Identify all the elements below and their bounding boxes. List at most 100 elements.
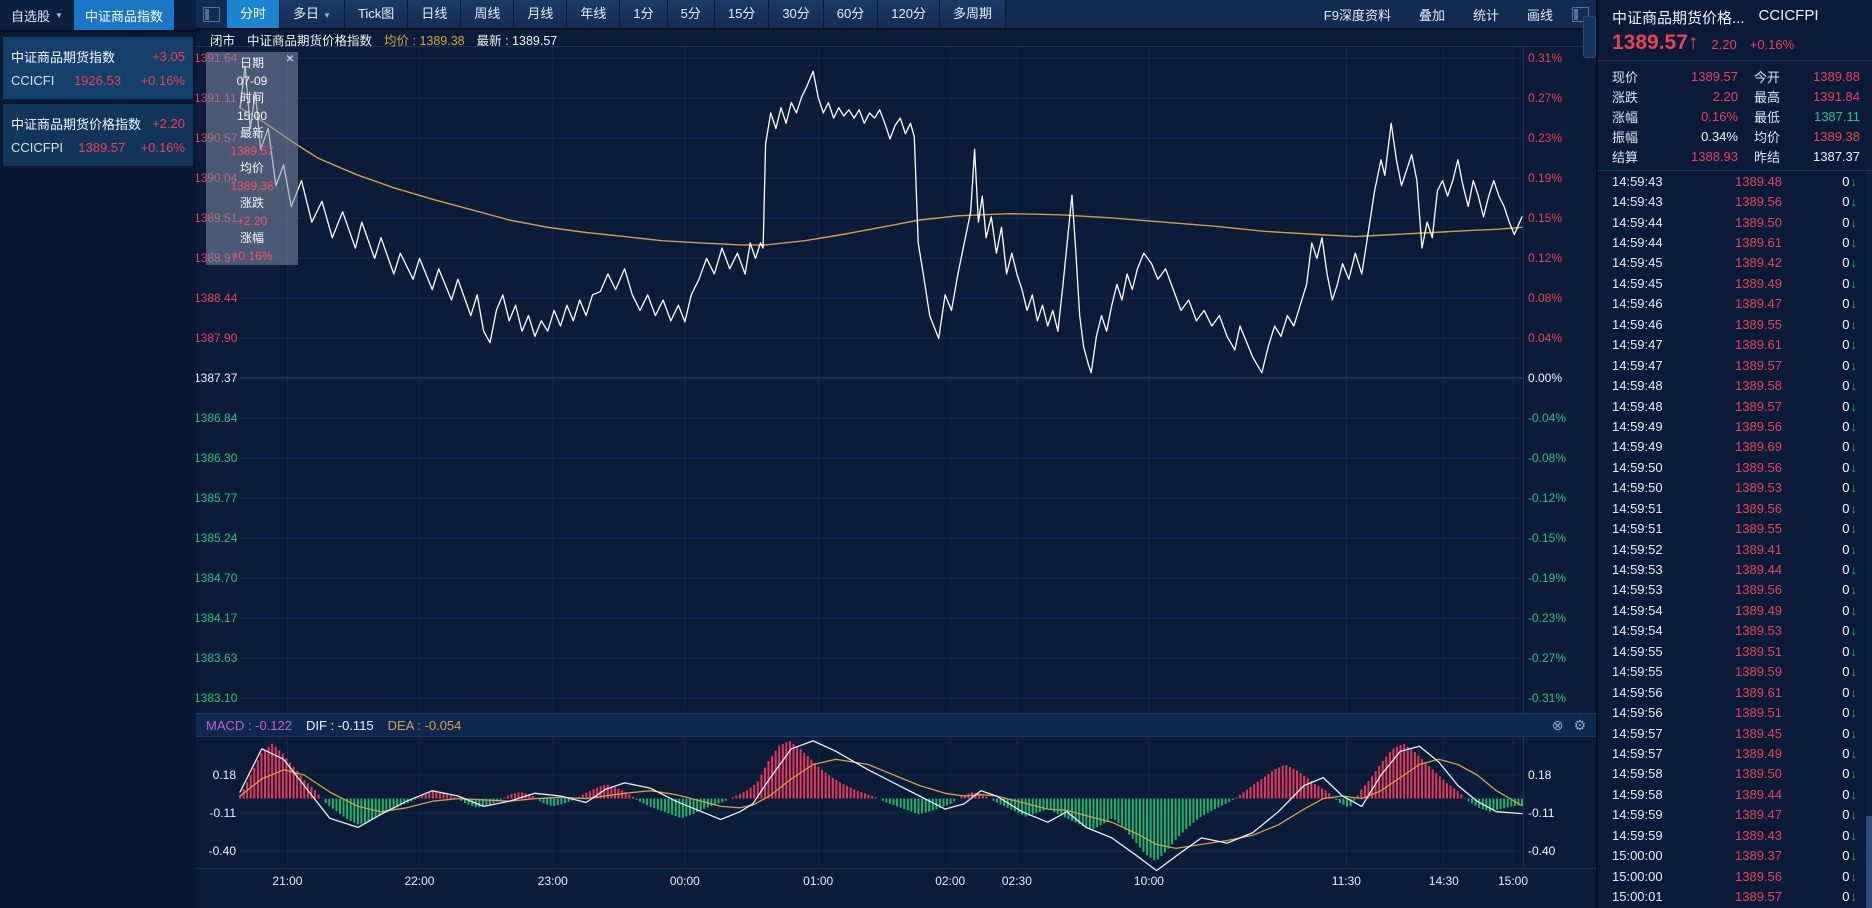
trade-volume: 0 bbox=[1842, 459, 1850, 475]
trade-row[interactable]: 14:59:50 1389.56 0 ↓ bbox=[1598, 457, 1865, 477]
toolbar-button-分时[interactable]: 分时 bbox=[227, 0, 281, 28]
trade-row[interactable]: 14:59:58 1389.50 0 ↓ bbox=[1598, 764, 1865, 784]
trade-time: 14:59:57 bbox=[1612, 725, 1663, 741]
trade-row[interactable]: 14:59:58 1389.44 0 ↓ bbox=[1598, 784, 1865, 804]
sidebar-tab-中证商品指数[interactable]: 中证商品指数 bbox=[73, 0, 174, 30]
toolbar-button-周线[interactable]: 周线 bbox=[461, 0, 515, 28]
trade-price: 1389.58 bbox=[1735, 378, 1782, 394]
scrollbar-thumb[interactable] bbox=[1866, 816, 1872, 908]
tooltip-value: +2.20 bbox=[236, 213, 268, 228]
stat-label: 涨幅 bbox=[1612, 109, 1639, 125]
trade-row[interactable]: 14:59:44 1389.61 0 ↓ bbox=[1598, 232, 1865, 252]
sidebar-tab-自选股[interactable]: 自选股 ▼ bbox=[0, 0, 74, 30]
down-arrow-icon: ↓ bbox=[1850, 725, 1858, 741]
watchlist-item-CCICFI[interactable]: 中证商品期货指数 +3.05 CCICFI 1926.53 +0.16% bbox=[3, 37, 193, 99]
down-arrow-icon: ↓ bbox=[1850, 889, 1858, 905]
trade-row[interactable]: 14:59:43 1389.48 0 ↓ bbox=[1598, 171, 1865, 191]
trade-row[interactable]: 14:59:51 1389.55 0 ↓ bbox=[1598, 518, 1865, 538]
toolbar-link-叠加[interactable]: 叠加 bbox=[1419, 5, 1445, 24]
toolbar-button-月线[interactable]: 月线 bbox=[514, 0, 568, 28]
toolbar-button-多日[interactable]: 多日 ▼ bbox=[280, 0, 345, 28]
trade-row[interactable]: 14:59:54 1389.53 0 ↓ bbox=[1598, 621, 1865, 641]
trade-time: 14:59:44 bbox=[1612, 235, 1663, 251]
instrument-name: 中证商品期货价格指数 bbox=[11, 116, 142, 132]
time-axis-label: 22:00 bbox=[404, 874, 435, 888]
down-arrow-icon: ↓ bbox=[1850, 480, 1858, 496]
trade-price: 1389.56 bbox=[1735, 459, 1782, 475]
toolbar-button-1分[interactable]: 1分 bbox=[620, 0, 668, 28]
pct-axis-label: -0.12% bbox=[1528, 491, 1567, 505]
trade-row[interactable]: 14:59:56 1389.61 0 ↓ bbox=[1598, 682, 1865, 702]
layout-panel-icon[interactable] bbox=[203, 6, 220, 22]
trade-price: 1389.61 bbox=[1735, 337, 1782, 353]
price-axis-label: 1386.84 bbox=[194, 411, 238, 425]
tick-trade-list: 14:59:43 1389.48 0 ↓ 14:59:43 1389.56 0 ↓ 14:59:… bbox=[1598, 171, 1865, 908]
gear-icon[interactable]: ⚙ bbox=[1573, 717, 1586, 734]
down-arrow-icon: ↓ bbox=[1850, 643, 1858, 659]
close-icon[interactable]: × bbox=[286, 51, 294, 65]
trade-row[interactable]: 14:59:59 1389.47 0 ↓ bbox=[1598, 805, 1865, 825]
app-root: 1391.641391.111390.571390.041389.511388.… bbox=[0, 0, 1872, 908]
toolbar-button-15分[interactable]: 15分 bbox=[714, 0, 770, 28]
trade-row[interactable]: 14:59:46 1389.55 0 ↓ bbox=[1598, 314, 1865, 334]
trade-time: 14:59:47 bbox=[1612, 337, 1663, 353]
trade-row[interactable]: 14:59:50 1389.53 0 ↓ bbox=[1598, 478, 1865, 498]
toolbar-button-日线[interactable]: 日线 bbox=[408, 0, 462, 28]
tooltip-value: 07-09 bbox=[236, 73, 268, 88]
trade-row[interactable]: 14:59:55 1389.51 0 ↓ bbox=[1598, 641, 1865, 661]
close-circle-icon[interactable]: ⊗ bbox=[1552, 717, 1564, 734]
trade-row[interactable]: 15:00:01 1389.57 0 ↓ bbox=[1598, 886, 1865, 906]
tooltip-value: 15:00 bbox=[236, 108, 268, 123]
trade-row[interactable]: 14:59:47 1389.61 0 ↓ bbox=[1598, 335, 1865, 355]
toolbar-link-统计[interactable]: 统计 bbox=[1473, 5, 1499, 24]
trade-row[interactable]: 14:59:53 1389.44 0 ↓ bbox=[1598, 559, 1865, 579]
trade-row[interactable]: 14:59:49 1389.69 0 ↓ bbox=[1598, 437, 1865, 457]
macd-axis-label: -0.40 bbox=[1528, 843, 1556, 858]
trade-row[interactable]: 14:59:45 1389.49 0 ↓ bbox=[1598, 273, 1865, 293]
trade-price: 1389.49 bbox=[1735, 745, 1782, 761]
trade-row[interactable]: 15:00:00 1389.37 0 ↓ bbox=[1598, 845, 1865, 865]
toolbar-button-30分[interactable]: 30分 bbox=[769, 0, 824, 28]
stat-value: 0.16% bbox=[1701, 108, 1738, 124]
down-arrow-icon: ↓ bbox=[1850, 827, 1858, 843]
trade-row[interactable]: 14:59:45 1389.42 0 ↓ bbox=[1598, 253, 1865, 273]
toolbar-button-Tick图[interactable]: Tick图 bbox=[344, 0, 409, 28]
trade-price: 1389.51 bbox=[1735, 643, 1782, 659]
trade-time: 14:59:53 bbox=[1612, 582, 1663, 598]
price-axis-label: 1384.17 bbox=[194, 611, 238, 625]
trade-row[interactable]: 15:00:00 1389.56 0 ↓ bbox=[1598, 866, 1865, 886]
toolbar-link-F9深度资料[interactable]: F9深度资料 bbox=[1324, 5, 1391, 24]
panel-collapse-handle[interactable] bbox=[1583, 16, 1596, 58]
trade-row[interactable]: 14:59:49 1389.56 0 ↓ bbox=[1598, 416, 1865, 436]
tooltip-value: 1389.57 bbox=[230, 143, 274, 158]
scrollbar[interactable] bbox=[1866, 171, 1872, 908]
trade-row[interactable]: 14:59:51 1389.56 0 ↓ bbox=[1598, 498, 1865, 518]
trade-row[interactable]: 14:59:44 1389.50 0 ↓ bbox=[1598, 212, 1865, 232]
trade-row[interactable]: 14:59:47 1389.57 0 ↓ bbox=[1598, 355, 1865, 375]
watchlist-item-CCICFPI[interactable]: 中证商品期货价格指数 +2.20 CCICFPI 1389.57 +0.16% bbox=[3, 104, 193, 166]
trade-row[interactable]: 14:59:48 1389.58 0 ↓ bbox=[1598, 375, 1865, 395]
trade-row[interactable]: 14:59:57 1389.45 0 ↓ bbox=[1598, 723, 1865, 743]
trade-price: 1389.51 bbox=[1735, 705, 1782, 721]
trade-price: 1389.45 bbox=[1735, 725, 1782, 741]
down-arrow-icon: ↓ bbox=[1850, 275, 1858, 291]
trade-row[interactable]: 14:59:55 1389.59 0 ↓ bbox=[1598, 662, 1865, 682]
toolbar-button-多周期[interactable]: 多周期 bbox=[939, 0, 1006, 28]
trade-row[interactable]: 14:59:59 1389.43 0 ↓ bbox=[1598, 825, 1865, 845]
macd-values: MACD : -0.122 DIF : -0.115 DEA : -0.054 bbox=[206, 718, 461, 733]
trade-volume: 0 bbox=[1842, 275, 1850, 291]
toolbar-button-5分[interactable]: 5分 bbox=[667, 0, 715, 28]
trade-row[interactable]: 14:59:43 1389.56 0 ↓ bbox=[1598, 191, 1865, 211]
trade-row[interactable]: 14:59:57 1389.49 0 ↓ bbox=[1598, 743, 1865, 763]
trade-row[interactable]: 14:59:52 1389.41 0 ↓ bbox=[1598, 539, 1865, 559]
trade-row[interactable]: 14:59:56 1389.51 0 ↓ bbox=[1598, 702, 1865, 722]
trade-row[interactable]: 14:59:53 1389.56 0 ↓ bbox=[1598, 580, 1865, 600]
trade-row[interactable]: 14:59:54 1389.49 0 ↓ bbox=[1598, 600, 1865, 620]
toolbar-link-画线[interactable]: 画线 bbox=[1527, 5, 1553, 24]
toolbar-button-120分[interactable]: 120分 bbox=[878, 0, 940, 28]
toolbar-button-60分[interactable]: 60分 bbox=[823, 0, 879, 28]
trade-row[interactable]: 14:59:48 1389.57 0 ↓ bbox=[1598, 396, 1865, 416]
quote-panel: 中证商品期货价格... CCICFPI 1389.57↑ 2.20 +0.16%… bbox=[1596, 0, 1872, 908]
trade-row[interactable]: 14:59:46 1389.47 0 ↓ bbox=[1598, 294, 1865, 314]
toolbar-button-年线[interactable]: 年线 bbox=[567, 0, 621, 28]
